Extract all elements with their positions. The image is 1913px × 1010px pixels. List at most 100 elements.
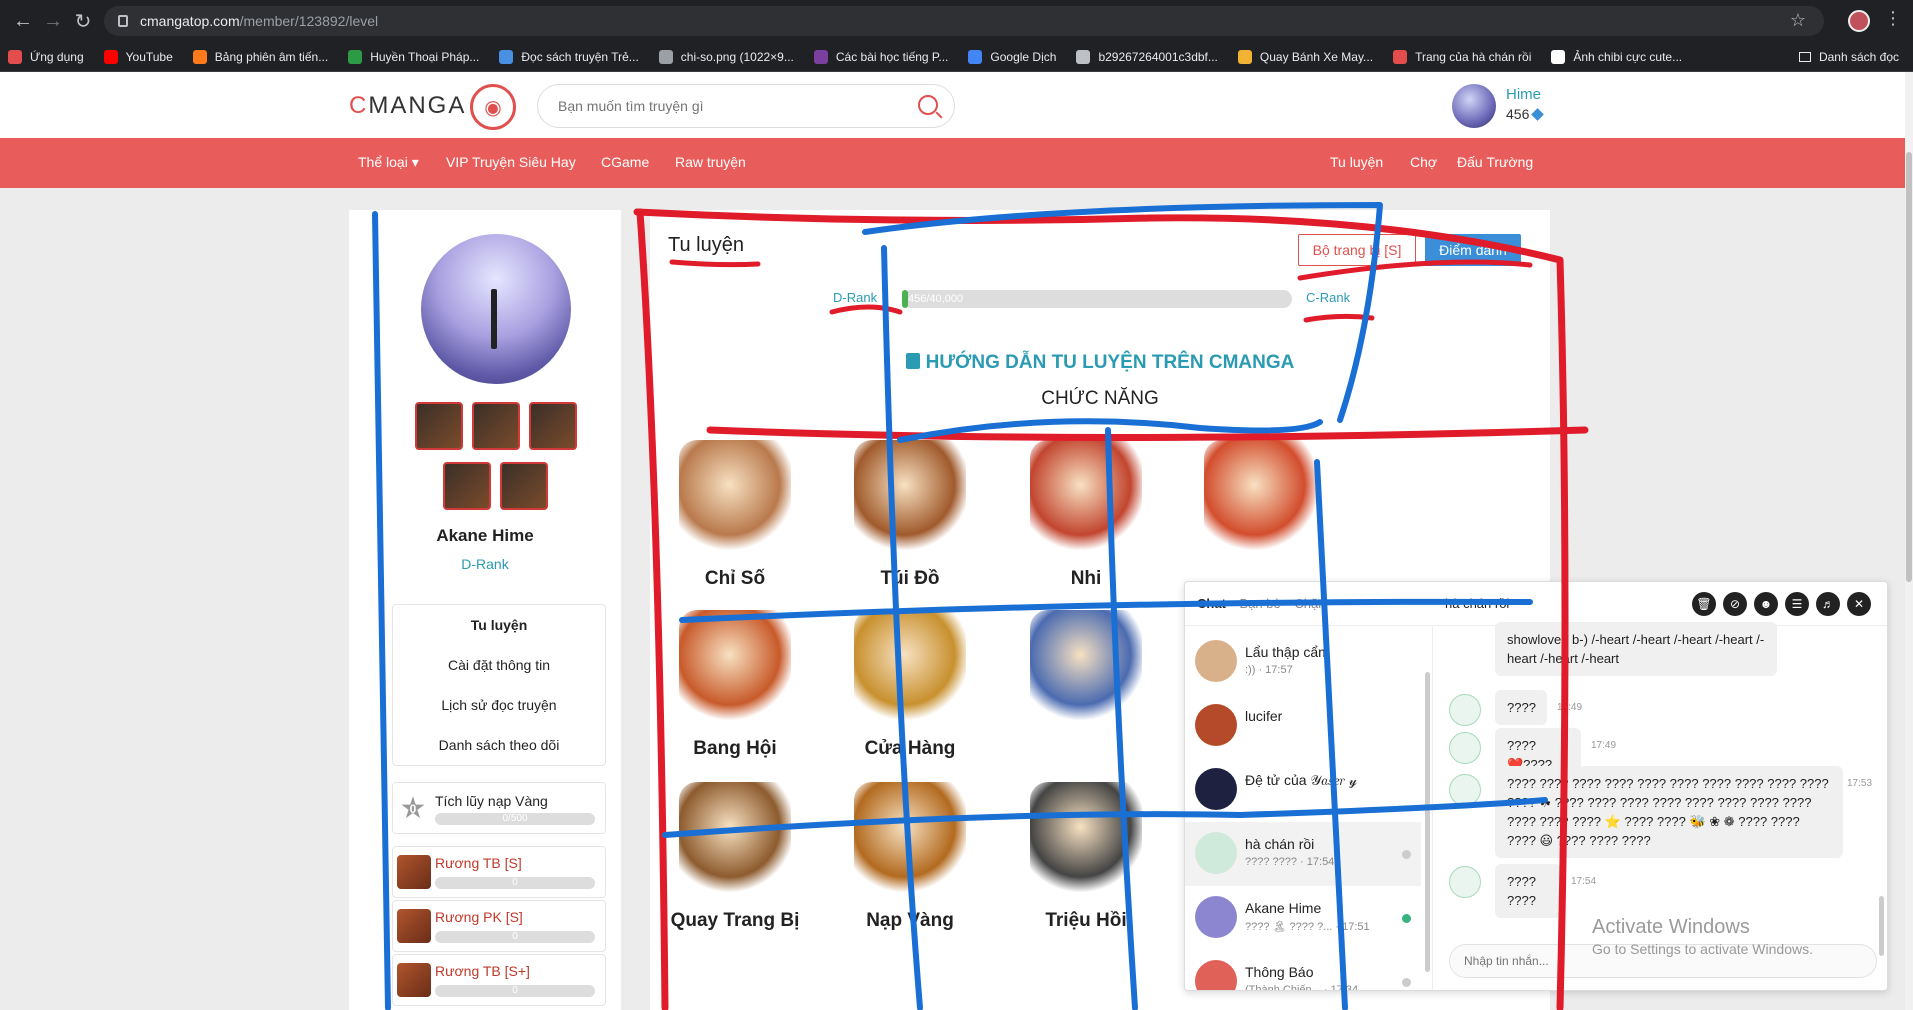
conversation-scrollbar[interactable] bbox=[1425, 672, 1430, 972]
feature-tile[interactable]: Bang Hội bbox=[635, 610, 835, 760]
conversation-avatar bbox=[1195, 960, 1237, 990]
site-header: CMANGA ◉ Hime 456 bbox=[0, 72, 1905, 138]
bookmark-label: Đọc sách truyện Trẻ... bbox=[521, 49, 639, 64]
bookmark-item[interactable]: Các bài học tiếng P... bbox=[813, 49, 949, 64]
check-in-button[interactable]: Điểm danh bbox=[1425, 234, 1521, 266]
logo-badge-icon[interactable]: ◉ bbox=[470, 84, 516, 130]
back-icon[interactable]: ← bbox=[8, 6, 38, 36]
equip-slot-accessory[interactable] bbox=[472, 402, 520, 450]
reload-icon[interactable]: ↻ bbox=[68, 6, 98, 36]
message-time: 17:49 bbox=[1591, 740, 1617, 751]
conversation-item[interactable]: Đệ tử của 𝒴𝑎𝑠𝑒𝑟 𝓎 bbox=[1185, 758, 1421, 822]
menu-settings[interactable]: Cài đặt thông tin bbox=[393, 645, 605, 685]
feature-tile[interactable] bbox=[1160, 440, 1360, 568]
page-title: Tu luyện bbox=[668, 234, 744, 256]
bookmark-item[interactable]: Bảng phiên âm tiến... bbox=[192, 49, 328, 64]
search-icon[interactable] bbox=[918, 95, 938, 115]
bookmark-item[interactable]: Huyền Thoại Pháp... bbox=[348, 49, 480, 64]
watermark-title: Activate Windows bbox=[1592, 916, 1750, 938]
bookmark-label: Trang của hà chán rồi bbox=[1415, 49, 1532, 64]
conversation-name: lucifer bbox=[1245, 708, 1283, 724]
bookmark-item[interactable]: YouTube bbox=[103, 49, 173, 64]
equip-slot-ring[interactable] bbox=[529, 402, 577, 450]
nav-cgame[interactable]: CGame bbox=[601, 154, 649, 170]
feature-tile[interactable]: Nhi bbox=[986, 440, 1186, 590]
cultivation-guide-link[interactable]: HƯỚNG DẪN TU LUYỆN TRÊN CMANGA bbox=[650, 352, 1550, 374]
menu-reading-history[interactable]: Lịch sử đọc truyện bbox=[393, 685, 605, 725]
user-name[interactable]: Hime bbox=[1506, 86, 1541, 103]
close-icon[interactable]: ✕ bbox=[1847, 592, 1871, 616]
bookmark-favicon-icon bbox=[348, 49, 363, 64]
bookmark-item[interactable]: Quay Bánh Xe May... bbox=[1237, 49, 1373, 64]
sender-avatar bbox=[1449, 694, 1481, 726]
equip-slot-weapon[interactable] bbox=[415, 402, 463, 450]
conversation-item[interactable]: lucifer bbox=[1185, 694, 1421, 758]
chest-progress-text: 0 bbox=[512, 877, 518, 888]
tab-friends[interactable]: Bạn bè bbox=[1240, 596, 1281, 611]
chest-progress-text: 0 bbox=[512, 985, 518, 996]
bookmark-star-icon[interactable]: ☆ bbox=[1790, 10, 1806, 31]
bookmark-item[interactable]: Trang của hà chán rồi bbox=[1393, 49, 1532, 64]
status-dot bbox=[1402, 914, 1411, 923]
conversation-item[interactable]: hà chán rồi ???? ???? · 17:54 bbox=[1185, 822, 1421, 886]
equip-slot-boots[interactable] bbox=[500, 462, 548, 510]
kebab-menu-icon[interactable]: ⋮ bbox=[1884, 8, 1902, 29]
feature-tile[interactable]: Nạp Vàng bbox=[810, 782, 1010, 932]
star-count: 0 bbox=[409, 802, 417, 816]
mute-user-icon[interactable]: ⊘ bbox=[1723, 592, 1747, 616]
conversation-item[interactable]: Lẩu thập cẩm:)) · 17:57 bbox=[1185, 630, 1421, 694]
chest-pk-s[interactable]: Rương PK [S] 0 bbox=[392, 900, 606, 952]
address-bar[interactable]: cmangatop.com/member/123892/level ☆ bbox=[104, 6, 1824, 36]
feature-tile[interactable]: Chỉ Số bbox=[635, 440, 835, 590]
friend-icon[interactable]: ☻ bbox=[1754, 592, 1778, 616]
search-input[interactable] bbox=[558, 98, 898, 114]
tab-blocked[interactable]: Chặn bbox=[1294, 596, 1325, 611]
feature-tile[interactable]: Túi Đồ bbox=[810, 440, 1010, 590]
conversation-item[interactable]: Akane Hime ???? 🏝 ???? ?... · 17:51 bbox=[1185, 886, 1421, 950]
coin-count: 456 bbox=[1506, 106, 1530, 122]
feature-tile[interactable] bbox=[986, 610, 1186, 738]
bookmark-item[interactable]: chi-so.png (1022×9... bbox=[658, 49, 794, 64]
bookmark-item[interactable]: b29267264001c3dbf... bbox=[1076, 49, 1218, 64]
site-logo[interactable]: CMANGA bbox=[349, 92, 466, 120]
chest-tb-splus[interactable]: Rương TB [S+] 0 bbox=[392, 954, 606, 1006]
nav-genre[interactable]: Thể loại ▾ bbox=[358, 154, 419, 171]
forward-icon[interactable]: → bbox=[38, 6, 68, 36]
page-scroll-thumb[interactable] bbox=[1906, 152, 1912, 582]
page-scrollbar[interactable] bbox=[1905, 72, 1913, 1010]
bookmark-label: Các bài học tiếng P... bbox=[835, 49, 949, 64]
feature-art-icon bbox=[854, 782, 966, 894]
conversation-item[interactable]: Thông Báo (Thành Chiến... · 17:34 bbox=[1185, 950, 1421, 990]
conversation-preview: :)) · 17:57 bbox=[1245, 664, 1293, 676]
equipment-set-button[interactable]: Bộ trang bị [S] bbox=[1298, 234, 1416, 266]
nav-cultivation[interactable]: Tu luyện bbox=[1330, 154, 1383, 170]
bookmark-label: Huyền Thoại Pháp... bbox=[370, 49, 480, 64]
message-scrollbar[interactable] bbox=[1879, 896, 1884, 956]
nav-arena[interactable]: Đấu Trường bbox=[1457, 154, 1533, 170]
feature-art-icon bbox=[679, 440, 791, 552]
tab-chat[interactable]: Chat bbox=[1197, 596, 1226, 611]
nav-market[interactable]: Chợ bbox=[1410, 154, 1437, 170]
bookmark-item[interactable]: Đọc sách truyện Trẻ... bbox=[499, 49, 639, 64]
reading-list[interactable]: Danh sách đọc bbox=[1798, 50, 1899, 64]
feature-tile[interactable]: Triệu Hồi bbox=[986, 782, 1186, 932]
chest-tb-s[interactable]: Rương TB [S] 0 bbox=[392, 846, 606, 898]
status-dot bbox=[1402, 850, 1411, 859]
nav-vip[interactable]: VIP Truyện Siêu Hay bbox=[446, 154, 576, 170]
list-icon[interactable]: ☰ bbox=[1785, 592, 1809, 616]
profile-avatar-icon[interactable] bbox=[1848, 10, 1870, 32]
menu-cultivation[interactable]: Tu luyện bbox=[393, 605, 605, 645]
feature-label: Triệu Hồi bbox=[1045, 910, 1127, 931]
menu-following[interactable]: Danh sách theo dõi bbox=[393, 725, 605, 765]
sound-icon[interactable]: ♬ bbox=[1816, 592, 1840, 616]
trash-icon[interactable]: 🗑 bbox=[1692, 592, 1716, 616]
conversation-avatar bbox=[1195, 640, 1237, 682]
bookmark-item[interactable]: Google Dịch bbox=[968, 49, 1056, 64]
nav-raw[interactable]: Raw truyện bbox=[675, 154, 746, 170]
feature-tile[interactable]: Cửa Hàng bbox=[810, 610, 1010, 760]
equip-slot-pants[interactable] bbox=[443, 462, 491, 510]
bookmark-item[interactable]: Ứng dụng bbox=[8, 49, 84, 64]
feature-tile[interactable]: Quay Trang Bị bbox=[635, 782, 835, 932]
user-avatar[interactable] bbox=[1452, 84, 1496, 128]
bookmark-item[interactable]: Ảnh chibi cực cute... bbox=[1551, 49, 1682, 64]
